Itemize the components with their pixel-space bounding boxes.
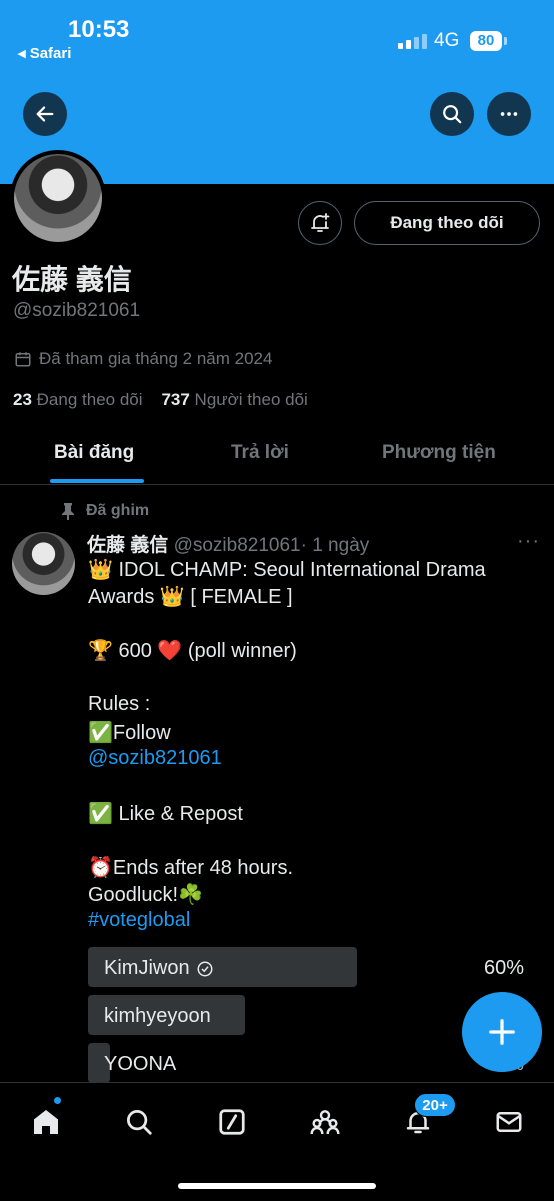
notifications-subscribe-button[interactable]	[298, 201, 342, 245]
following-label: Đang theo dõi	[36, 390, 143, 409]
poll-option-label: YOONA	[104, 1053, 177, 1075]
pin-icon	[62, 503, 74, 520]
tweet-header: 佐藤 義信 @sozib821061· 1 ngày	[87, 530, 369, 557]
poll-option-label: KimJiwon	[104, 957, 190, 979]
poll-option-2: kimhyeyoon	[104, 1005, 211, 1028]
tweet-text-line: ✅Follow	[88, 722, 171, 744]
home-icon	[34, 1110, 58, 1134]
profile-tabs: Bài đăng Trả lời Phương tiện	[0, 428, 554, 485]
poll-option-1: KimJiwon	[104, 957, 214, 980]
notifications-badge: 20+	[414, 1093, 456, 1117]
mail-icon	[496, 1112, 522, 1132]
following-link[interactable]: 23 Đang theo dõi	[13, 390, 143, 409]
nav-explore[interactable]	[122, 1105, 156, 1139]
mention-link[interactable]: @sozib821061	[88, 747, 222, 770]
communities-icon	[310, 1110, 340, 1135]
arrow-left-icon	[36, 106, 54, 122]
more-button[interactable]	[487, 92, 531, 136]
follow-stats: 23 Đang theo dõi 737 Người theo dõi	[13, 390, 308, 410]
hashtag-link[interactable]: #voteglobal	[88, 909, 190, 932]
tweet-text-line: Awards 👑 [ FEMALE ]	[88, 586, 293, 608]
tweet-text-line: ⏰Ends after 48 hours.	[88, 857, 294, 879]
profile-avatar[interactable]	[10, 150, 106, 246]
battery-icon: 80	[470, 31, 502, 51]
tweet-time: · 1 ngày	[300, 535, 370, 556]
tab-media[interactable]: Phương tiện	[382, 442, 496, 464]
battery-tip	[504, 37, 507, 45]
tweet-text-line: ✅ Like & Repost	[88, 803, 243, 825]
calendar-icon	[15, 352, 31, 367]
pinned-indicator: Đã ghim	[60, 502, 149, 520]
tweet-author-name[interactable]: 佐藤 義信	[87, 535, 168, 556]
more-horizontal-icon	[500, 112, 518, 116]
tab-replies[interactable]: Trả lời	[231, 442, 289, 464]
back-button[interactable]	[23, 92, 67, 136]
following-button[interactable]: Đang theo dõi	[354, 201, 540, 245]
home-unread-dot	[54, 1097, 61, 1104]
tweet-author-handle[interactable]: @sozib821061	[174, 535, 301, 556]
status-bar: 10:53 ◂ Safari 4G 80	[0, 0, 554, 70]
joined-date: Đã tham gia tháng 2 năm 2024	[14, 349, 272, 369]
display-name: 佐藤 義信	[12, 264, 132, 295]
signal-icon	[398, 34, 427, 49]
followers-link[interactable]: 737 Người theo dõi	[161, 390, 307, 409]
tweet-text-line: Goodluck!☘️	[88, 884, 203, 906]
nav-communities[interactable]	[308, 1105, 342, 1139]
grok-icon	[219, 1109, 245, 1135]
check-circle-icon	[197, 961, 213, 976]
tweet-text-line: Rules :	[88, 693, 151, 715]
profile-handle: @sozib821061	[13, 300, 141, 321]
active-tab-indicator	[50, 479, 144, 483]
poll-percent-1: 60%	[483, 957, 524, 979]
status-time: 10:53	[68, 16, 130, 43]
back-to-safari[interactable]: ◂ Safari	[18, 44, 71, 62]
search-icon	[443, 105, 462, 124]
compose-fab-button[interactable]	[462, 992, 542, 1072]
plus-icon	[489, 1019, 515, 1045]
tweet-text-line: 🏆 600 ❤️ (poll winner)	[88, 640, 297, 662]
search-button[interactable]	[430, 92, 474, 136]
tweet-more-icon[interactable]: ···	[517, 530, 540, 553]
back-app-label: Safari	[29, 45, 72, 62]
tweet-text-line: 👑 IDOL CHAMP: Seoul International Drama	[88, 559, 486, 581]
tweet-author-avatar[interactable]	[12, 532, 75, 595]
home-indicator	[178, 1183, 376, 1189]
poll-option-3: YOONA	[104, 1053, 176, 1076]
network-type: 4G	[434, 30, 460, 51]
joined-text: Đã tham gia tháng 2 năm 2024	[39, 349, 273, 368]
following-count: 23	[13, 390, 32, 409]
nav-messages[interactable]	[492, 1105, 526, 1139]
nav-home[interactable]	[29, 1105, 63, 1139]
poll-option-label: kimhyeyoon	[104, 1005, 211, 1027]
followers-label: Người theo dõi	[194, 390, 308, 409]
pinned-label: Đã ghim	[86, 502, 150, 519]
followers-count: 737	[161, 390, 190, 409]
tab-posts[interactable]: Bài đăng	[54, 442, 134, 464]
bell-plus-icon	[311, 213, 330, 232]
search-icon	[127, 1110, 152, 1135]
nav-grok[interactable]	[215, 1105, 249, 1139]
